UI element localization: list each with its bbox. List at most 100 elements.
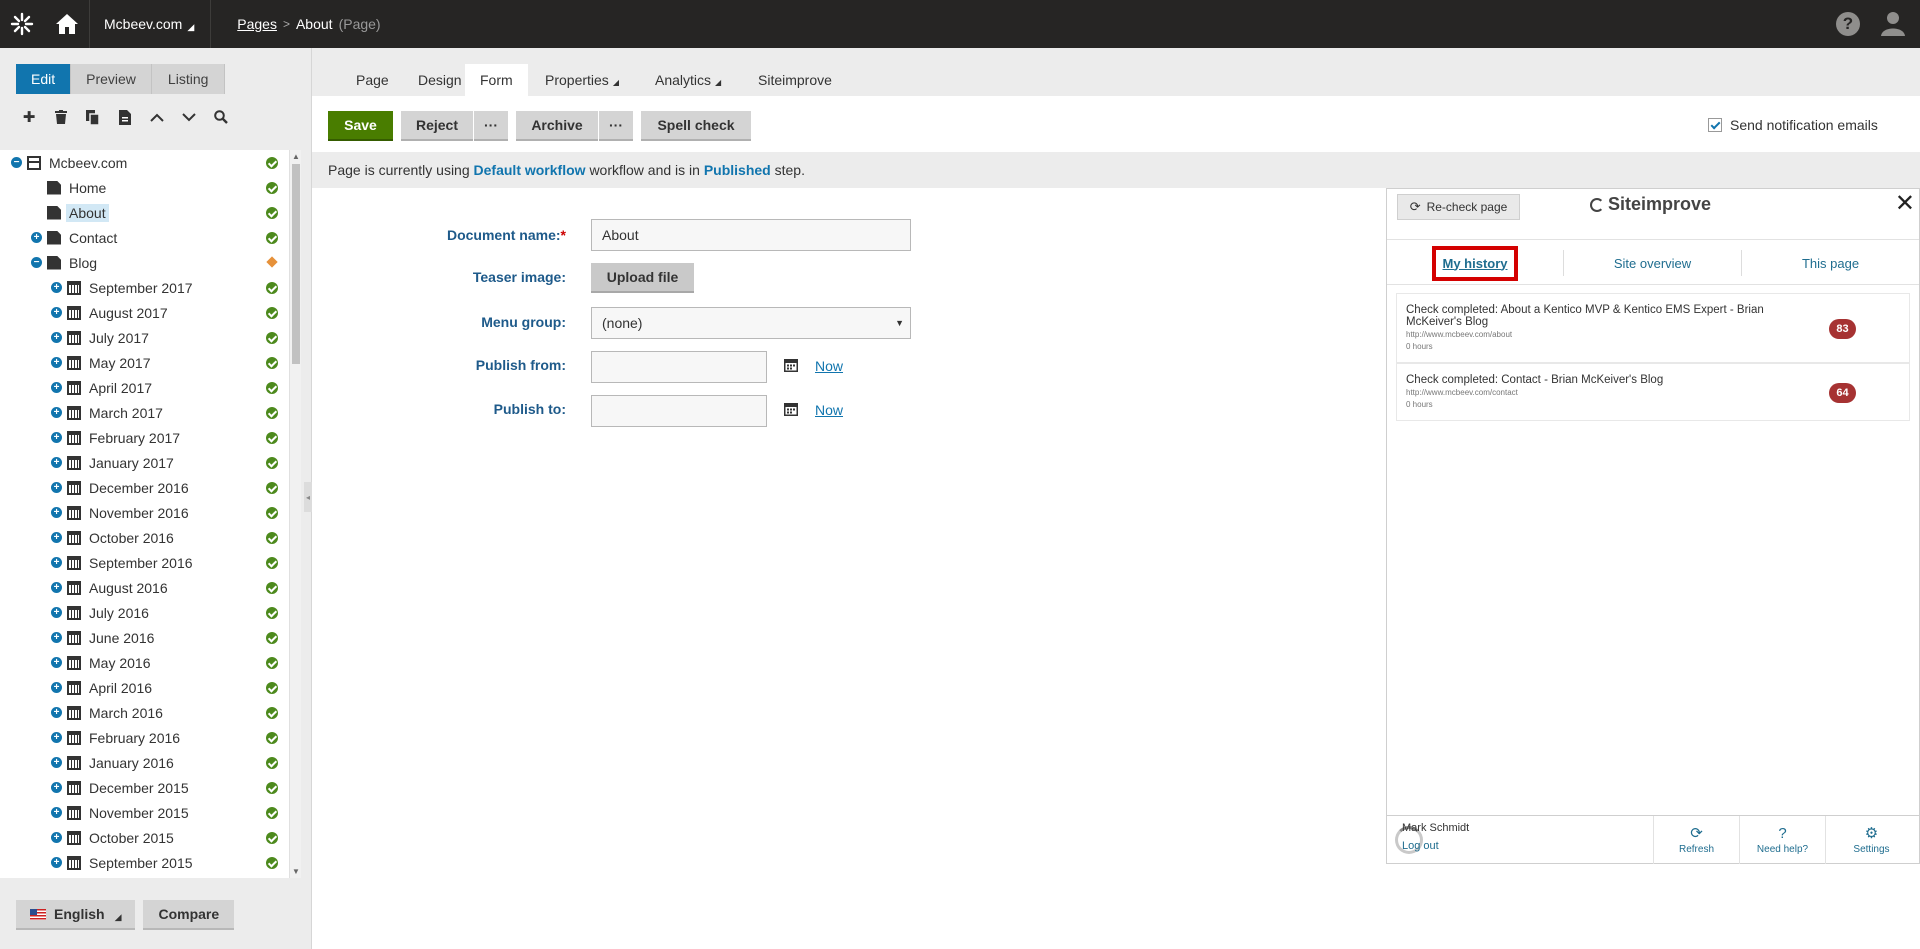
expand-icon[interactable]: + — [51, 732, 62, 743]
tree-node[interactable]: + July 2017 — [0, 325, 289, 350]
expand-icon[interactable]: + — [51, 307, 62, 318]
publish-from-input[interactable] — [591, 351, 767, 383]
close-icon[interactable]: ✕ — [1895, 189, 1915, 218]
tree-node[interactable]: + January 2017 — [0, 450, 289, 475]
tree-node[interactable]: + November 2015 — [0, 800, 289, 825]
recheck-page-button[interactable]: ⟳ Re-check page — [1397, 194, 1520, 220]
site-selector[interactable]: Mcbeev.com ◢ — [90, 0, 212, 48]
move-up-icon[interactable] — [148, 108, 166, 126]
archive-more-button[interactable]: ··· — [599, 111, 633, 141]
scroll-up-arrow-icon[interactable]: ▲ — [292, 152, 300, 161]
tree-node[interactable]: + December 2015 — [0, 775, 289, 800]
tree-node[interactable]: − Mcbeev.com — [0, 150, 289, 175]
expand-icon[interactable]: + — [51, 582, 62, 593]
expand-icon[interactable]: + — [51, 657, 62, 668]
expand-icon[interactable]: + — [51, 832, 62, 843]
tree-node[interactable]: About — [0, 200, 289, 225]
tab-form[interactable]: Form — [465, 64, 528, 96]
delete-icon[interactable] — [52, 108, 70, 126]
history-item[interactable]: Check completed: About a Kentico MVP & K… — [1396, 293, 1910, 363]
move-document-icon[interactable] — [116, 108, 134, 126]
tab-this-page[interactable]: This page — [1742, 240, 1919, 286]
tree-node[interactable]: + July 2016 — [0, 600, 289, 625]
expand-icon[interactable]: + — [51, 482, 62, 493]
tree-node[interactable]: + January 2016 — [0, 750, 289, 775]
language-selector[interactable]: English ◢ — [16, 900, 136, 930]
mode-listing[interactable]: Listing — [151, 64, 226, 94]
tree-node[interactable]: + September 2016 — [0, 550, 289, 575]
home-icon[interactable] — [44, 0, 90, 48]
tree-node[interactable]: +August 2015 — [0, 875, 289, 878]
calendar-icon[interactable] — [784, 358, 798, 372]
settings-button[interactable]: ⚙ Settings — [1825, 816, 1917, 864]
expand-icon[interactable]: + — [51, 607, 62, 618]
tree-node[interactable]: + June 2016 — [0, 625, 289, 650]
compare-button[interactable]: Compare — [143, 900, 235, 930]
tree-node[interactable]: Home — [0, 175, 289, 200]
upload-file-button[interactable]: Upload file — [591, 263, 694, 293]
tab-site-overview[interactable]: Site overview — [1564, 240, 1741, 286]
document-name-input[interactable]: About — [591, 219, 911, 251]
tree-node[interactable]: + December 2016 — [0, 475, 289, 500]
expand-icon[interactable]: + — [51, 707, 62, 718]
expand-icon[interactable]: + — [51, 557, 62, 568]
tree-node[interactable]: + April 2016 — [0, 675, 289, 700]
tree-node[interactable]: + August 2017 — [0, 300, 289, 325]
copy-icon[interactable] — [84, 108, 102, 126]
breadcrumb-pages-link[interactable]: Pages — [237, 16, 277, 32]
expand-icon[interactable]: + — [51, 332, 62, 343]
need-help-button[interactable]: ? Need help? — [1739, 816, 1825, 864]
expand-icon[interactable]: + — [51, 807, 62, 818]
expand-icon[interactable]: + — [31, 232, 42, 243]
tree-node[interactable]: + April 2017 — [0, 375, 289, 400]
collapse-icon[interactable]: − — [31, 257, 42, 268]
tab-analytics[interactable]: Analytics ◢ — [640, 64, 736, 96]
tree-node[interactable]: + August 2016 — [0, 575, 289, 600]
expand-icon[interactable]: + — [51, 407, 62, 418]
expand-icon[interactable]: + — [51, 857, 62, 868]
mode-edit[interactable]: Edit — [16, 64, 72, 94]
tree-node[interactable]: + February 2016 — [0, 725, 289, 750]
expand-icon[interactable]: + — [51, 432, 62, 443]
tab-siteimprove[interactable]: Siteimprove — [743, 64, 847, 96]
scrollbar-thumb[interactable] — [292, 164, 300, 364]
mode-preview[interactable]: Preview — [71, 64, 152, 94]
expand-icon[interactable]: + — [51, 532, 62, 543]
add-icon[interactable]: ✚ — [20, 108, 38, 126]
expand-icon[interactable]: + — [51, 457, 62, 468]
collapse-icon[interactable]: − — [11, 157, 22, 168]
tab-my-history[interactable]: My history — [1387, 240, 1563, 286]
move-down-icon[interactable] — [180, 108, 198, 126]
refresh-button[interactable]: ⟳ Refresh — [1653, 816, 1739, 864]
expand-icon[interactable]: + — [51, 282, 62, 293]
reject-button[interactable]: Reject — [401, 111, 473, 141]
reject-more-button[interactable]: ··· — [474, 111, 508, 141]
tree-node[interactable]: + Contact — [0, 225, 289, 250]
search-icon[interactable] — [212, 108, 230, 126]
kentico-logo-icon[interactable] — [0, 0, 44, 48]
expand-icon[interactable]: + — [51, 507, 62, 518]
tree-node[interactable]: + September 2015 — [0, 850, 289, 875]
archive-button[interactable]: Archive — [516, 111, 598, 141]
publish-to-now-link[interactable]: Now — [815, 402, 843, 418]
publish-to-input[interactable] — [591, 395, 767, 427]
logout-link[interactable]: Log out — [1402, 840, 1439, 852]
tree-node[interactable]: + February 2017 — [0, 425, 289, 450]
calendar-icon[interactable] — [784, 402, 798, 416]
tab-properties[interactable]: Properties ◢ — [530, 64, 634, 96]
save-button[interactable]: Save — [328, 111, 393, 141]
tree-node[interactable]: + September 2017 — [0, 275, 289, 300]
tree-node[interactable]: + October 2015 — [0, 825, 289, 850]
tree-node[interactable]: + May 2017 — [0, 350, 289, 375]
tab-page[interactable]: Page — [341, 64, 404, 96]
send-notification-checkbox[interactable] — [1708, 118, 1722, 132]
history-item[interactable]: Check completed: Contact - Brian McKeive… — [1396, 363, 1910, 421]
expand-icon[interactable]: + — [51, 357, 62, 368]
tree-node[interactable]: + October 2016 — [0, 525, 289, 550]
menu-group-select[interactable]: (none) ▼ — [591, 307, 911, 339]
expand-icon[interactable]: + — [51, 382, 62, 393]
expand-icon[interactable]: + — [51, 632, 62, 643]
tree-node[interactable]: − Blog — [0, 250, 289, 275]
user-icon[interactable] — [1880, 10, 1906, 39]
help-icon[interactable]: ? — [1836, 12, 1860, 36]
